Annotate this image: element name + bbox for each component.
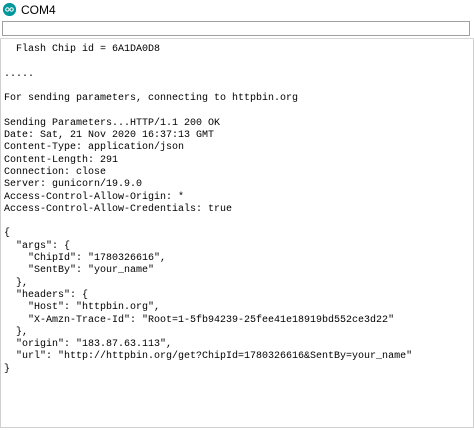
serial-output-line: } (4, 363, 11, 375)
serial-output-line: Flash Chip id = 6A1DA0D8 (4, 44, 161, 55)
serial-output-line (4, 81, 412, 93)
serial-output-line: For sending parameters, connecting to ht… (4, 93, 299, 105)
serial-output-line: Server: gunicorn/19.9.0 (4, 179, 143, 191)
serial-output-line: Date: Sat, 21 Nov 2020 16:37:13 GMT (4, 130, 215, 142)
serial-output-line: "headers": { (4, 289, 89, 301)
serial-output-line: ..... (4, 68, 35, 80)
arduino-icon (3, 3, 16, 16)
serial-output-line: "origin": "183.87.63.113", (4, 339, 173, 351)
serial-output-line (4, 105, 412, 117)
serial-output-line: Content-Length: 291 (4, 154, 119, 166)
serial-output-lines: Flash Chip id = 6A1DA0D8..... For sending… (4, 44, 412, 376)
title-bar[interactable]: COM4 (0, 0, 474, 20)
serial-output-line: Access-Control-Allow-Origin: * (4, 191, 185, 203)
serial-output-line: "Host": "httpbin.org", (4, 302, 161, 314)
serial-output-line: Sending Parameters...HTTP/1.1 200 OK (4, 117, 221, 129)
serial-output-line: "SentBy": "your_name" (4, 265, 155, 277)
serial-output-line: Connection: close (4, 166, 107, 178)
serial-output-line: }, (4, 277, 29, 289)
serial-output-line: "ChipId": "1780326616", (4, 253, 167, 265)
serial-output-line: "args": { (4, 240, 71, 252)
serial-output-line (4, 216, 412, 228)
serial-output-line: "url": "http://httpbin.org/get?ChipId=17… (4, 351, 413, 363)
serial-output-line: { (4, 228, 11, 240)
serial-output-line: }, (4, 326, 29, 338)
serial-output-line (4, 56, 412, 68)
serial-output-line: "X-Amzn-Trace-Id": "Root=1-5fb94239-25fe… (4, 314, 395, 326)
serial-output-line: Access-Control-Allow-Credentials: true (4, 203, 233, 215)
send-input[interactable] (2, 21, 470, 36)
serial-output-area[interactable]: Flash Chip id = 6A1DA0D8..... For sending… (0, 39, 474, 428)
window-title: COM4 (21, 3, 56, 17)
serial-output-line: Content-Type: application/json (4, 142, 185, 154)
serial-monitor-window: COM4 Flash Chip id = 6A1DA0D8..... For se… (0, 0, 474, 430)
